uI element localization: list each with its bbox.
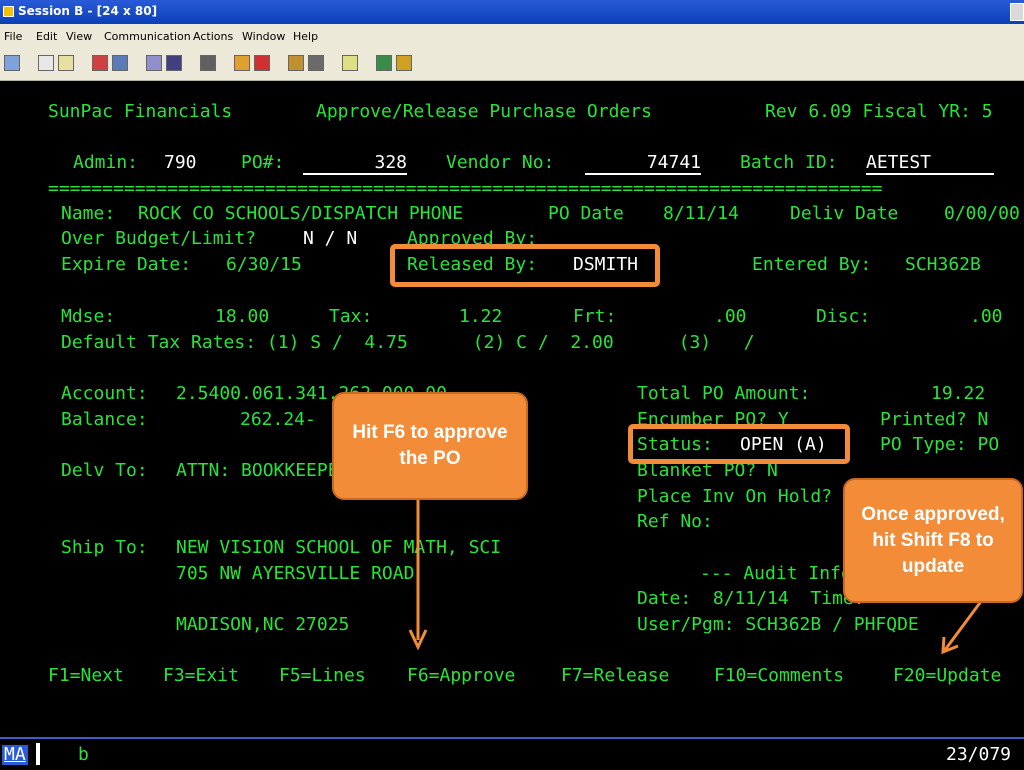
tax-value: 1.22 [459,306,503,327]
fkey-f1-next[interactable]: F1=Next [48,666,124,686]
po-date-label: PO Date [548,203,624,224]
batch-id-field[interactable]: AETEST [866,153,994,175]
paste-icon[interactable] [58,55,74,71]
fkey-f3-exit[interactable]: F3=Exit [163,666,239,686]
status-highlight [628,424,850,464]
notes-icon[interactable] [342,55,358,71]
window-control-button[interactable] [1010,3,1024,21]
fkey-f6-approve[interactable]: F6=Approve [407,666,515,686]
play-macro-icon[interactable] [234,55,250,71]
mdse-label: Mdse: [61,306,116,327]
po-number-field[interactable]: 328 [303,153,407,175]
delv-to-label: Delv To: [61,460,148,481]
fkey-f10-comments[interactable]: F10=Comments [714,666,844,686]
ship-to-line2: 705 NW AYERSVILLE ROAD [176,563,415,584]
header-rev: Rev 6.09 Fiscal YR: 5 [765,101,993,122]
ship-to-line3: MADISON,NC 27025 [176,614,350,635]
menu-help[interactable]: Help [293,30,318,43]
display-settings-icon[interactable] [166,55,182,71]
fkey-f20-update[interactable]: F20=Update [893,666,1001,686]
header-screen-title: Approve/Release Purchase Orders [316,101,652,122]
cursor-position: 23/079 [946,744,1012,765]
menu-bar: File Edit View Communication Actions Win… [0,24,1024,48]
account-label: Account: [61,383,148,404]
menu-file[interactable]: File [4,30,22,43]
name-value: ROCK CO SCHOOLS/DISPATCH PHONE [138,203,464,224]
disc-value: .00 [970,306,1003,327]
ref-no-label: Ref No: [637,511,713,532]
printed-flag: Printed? N [880,409,989,430]
edit-icon[interactable] [396,55,412,71]
expire-date-label: Expire Date: [61,254,192,275]
send-icon[interactable] [92,55,108,71]
print-screen-icon[interactable] [146,55,162,71]
disc-label: Disc: [816,306,871,327]
menu-communication[interactable]: Communication [104,30,191,43]
record-macro-icon[interactable] [200,55,216,71]
over-budget-label: Over Budget/Limit? [61,228,257,249]
mdse-value: 18.00 [215,306,270,327]
menu-edit[interactable]: Edit [36,30,57,43]
display-icon[interactable] [4,55,20,71]
ship-to-label: Ship To: [61,537,148,558]
connect-icon[interactable] [376,55,392,71]
menu-view[interactable]: View [66,30,92,43]
frt-label: Frt: [573,306,617,327]
delv-to-value: ATTN: BOOKKEEPER [176,460,350,481]
balance-value: 262.24- [240,409,316,430]
admin-value: 790 [164,152,197,173]
stop-macro-icon[interactable] [254,55,270,71]
transfer-icon[interactable] [288,55,304,71]
receive-icon[interactable] [112,55,128,71]
entered-by-label: Entered By: [752,254,872,275]
copy-icon[interactable] [38,55,54,71]
upload-icon[interactable] [308,55,324,71]
total-po-label: Total PO Amount: [637,383,811,404]
vendor-number-field[interactable]: 74741 [585,153,701,175]
callout-approve: Hit F6 to approve the PO [332,392,528,500]
menu-actions[interactable]: Actions [193,30,233,43]
vendor-label: Vendor No: [446,152,555,173]
admin-label: Admin: [73,152,139,173]
menu-window[interactable]: Window [242,30,285,43]
toolbar [0,48,1024,81]
default-tax-rates: Default Tax Rates: (1) S / 4.75 (2) C / … [61,332,755,353]
title-bar: Session B - [24 x 80] [0,0,1024,24]
place-inv-on-hold: Place Inv On Hold? [637,486,833,507]
status-bar: MA b 23/079 [0,737,1024,770]
mode-indicator: MA [2,744,28,765]
po-label: PO#: [241,152,285,173]
batch-label: Batch ID: [740,152,838,173]
fkey-f5-lines[interactable]: F5=Lines [279,666,366,686]
audit-date: Date: 8/11/14 Time: [637,588,865,609]
balance-label: Balance: [61,409,148,430]
tax-label: Tax: [329,306,373,327]
ship-to-line1: NEW VISION SCHOOL OF MATH, SCI [176,537,502,558]
audit-user-pgm: User/Pgm: SCH362B / PHFQDE [637,614,919,635]
released-by-highlight [390,244,660,287]
blanket-po: Blanket PO? N [637,460,778,481]
over-budget-value[interactable]: N / N [303,229,357,249]
callout-update: Once approved, hit Shift F8 to update [843,478,1023,603]
deliv-date-label: Deliv Date [790,203,899,224]
status-indicator: b [78,744,89,765]
frt-value: .00 [714,306,747,327]
cursor-block [36,743,40,765]
session-icon [3,6,14,17]
entered-by-value: SCH362B [905,254,981,275]
window-title: Session B - [24 x 80] [18,4,158,18]
po-type: PO Type: PO [880,434,1000,455]
expire-date-value: 6/30/15 [226,254,302,275]
name-label: Name: [61,203,116,224]
separator: ========================================… [48,179,883,199]
deliv-date-value: 0/00/00 [944,203,1020,224]
total-po-value: 19.22 [931,383,986,404]
po-date-value: 8/11/14 [663,203,739,224]
fkey-f7-release[interactable]: F7=Release [561,666,669,686]
header-company: SunPac Financials [48,101,233,122]
